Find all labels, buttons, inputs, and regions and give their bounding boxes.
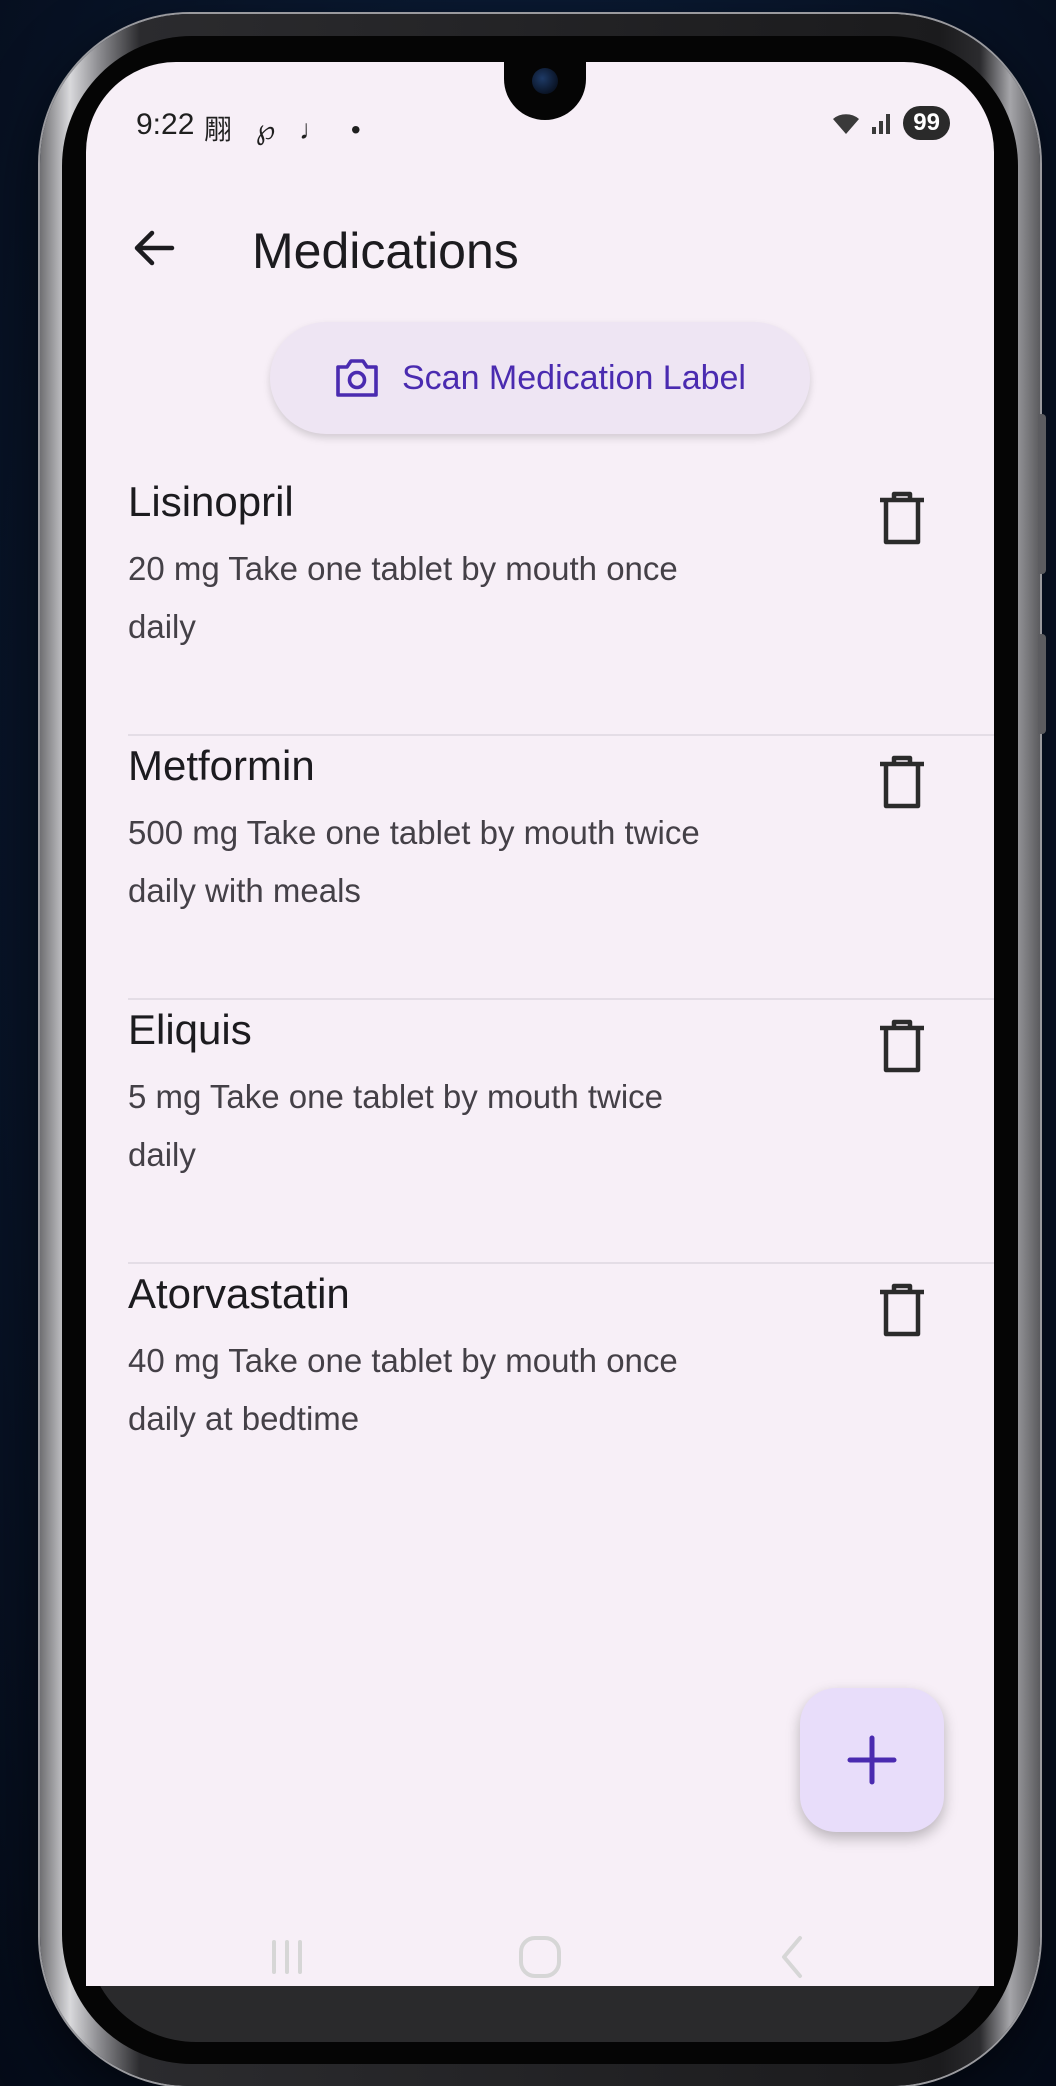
signal-icon	[872, 114, 891, 134]
camera-lens	[532, 68, 558, 94]
status-time: 9:22	[136, 108, 195, 141]
arrow-back-icon[interactable]	[126, 220, 182, 276]
volume-button	[1038, 414, 1046, 574]
page-title: Medications	[252, 223, 519, 279]
medication-item[interactable]: Eliquis 5 mg Take one tablet by mouth tw…	[86, 1000, 994, 1264]
medication-description: 500 mg Take one tablet by mouth twice da…	[128, 814, 700, 909]
trash-icon[interactable]	[872, 488, 932, 548]
chevron-left-icon[interactable]	[758, 1922, 828, 1992]
medication-item[interactable]: Lisinopril 20 mg Take one tablet by mout…	[86, 472, 994, 736]
medication-description: 20 mg Take one tablet by mouth once dail…	[128, 550, 678, 645]
wifi-icon	[833, 114, 860, 134]
trash-icon[interactable]	[872, 1016, 932, 1076]
medication-list: Lisinopril 20 mg Take one tablet by mout…	[86, 472, 994, 1528]
home-icon[interactable]	[505, 1922, 575, 1992]
app-screen: 9:22 翢 ℘ ♩ • 99 Medications Scan Medicat…	[86, 62, 994, 1986]
medication-name: Lisinopril	[128, 478, 294, 525]
system-navigation-bar	[86, 1892, 994, 2022]
trash-icon[interactable]	[872, 1280, 932, 1340]
medication-name: Atorvastatin	[128, 1270, 350, 1317]
medication-name: Eliquis	[128, 1006, 252, 1053]
medication-item[interactable]: Atorvastatin 40 mg Take one tablet by mo…	[86, 1264, 994, 1528]
medication-item[interactable]: Metformin 500 mg Take one tablet by mout…	[86, 736, 994, 1000]
recents-icon[interactable]	[252, 1922, 322, 1992]
scan-button-label: Scan Medication Label	[401, 358, 746, 397]
top-app-bar: Medications	[86, 202, 994, 292]
power-button	[1038, 634, 1046, 734]
battery-indicator: 99	[903, 106, 950, 140]
trash-icon[interactable]	[872, 752, 932, 812]
camera-icon	[336, 359, 378, 397]
add-medication-button[interactable]	[800, 1688, 944, 1832]
medication-name: Metformin	[128, 742, 315, 789]
scan-medication-label-button[interactable]: Scan Medication Label	[270, 322, 810, 434]
notification-icons: 翢 ℘ ♩ •	[204, 114, 369, 145]
medication-description: 5 mg Take one tablet by mouth twice dail…	[128, 1078, 664, 1173]
plus-icon	[847, 1735, 897, 1785]
status-right-group: 99	[831, 106, 950, 140]
medication-description: 40 mg Take one tablet by mouth once dail…	[128, 1342, 678, 1437]
